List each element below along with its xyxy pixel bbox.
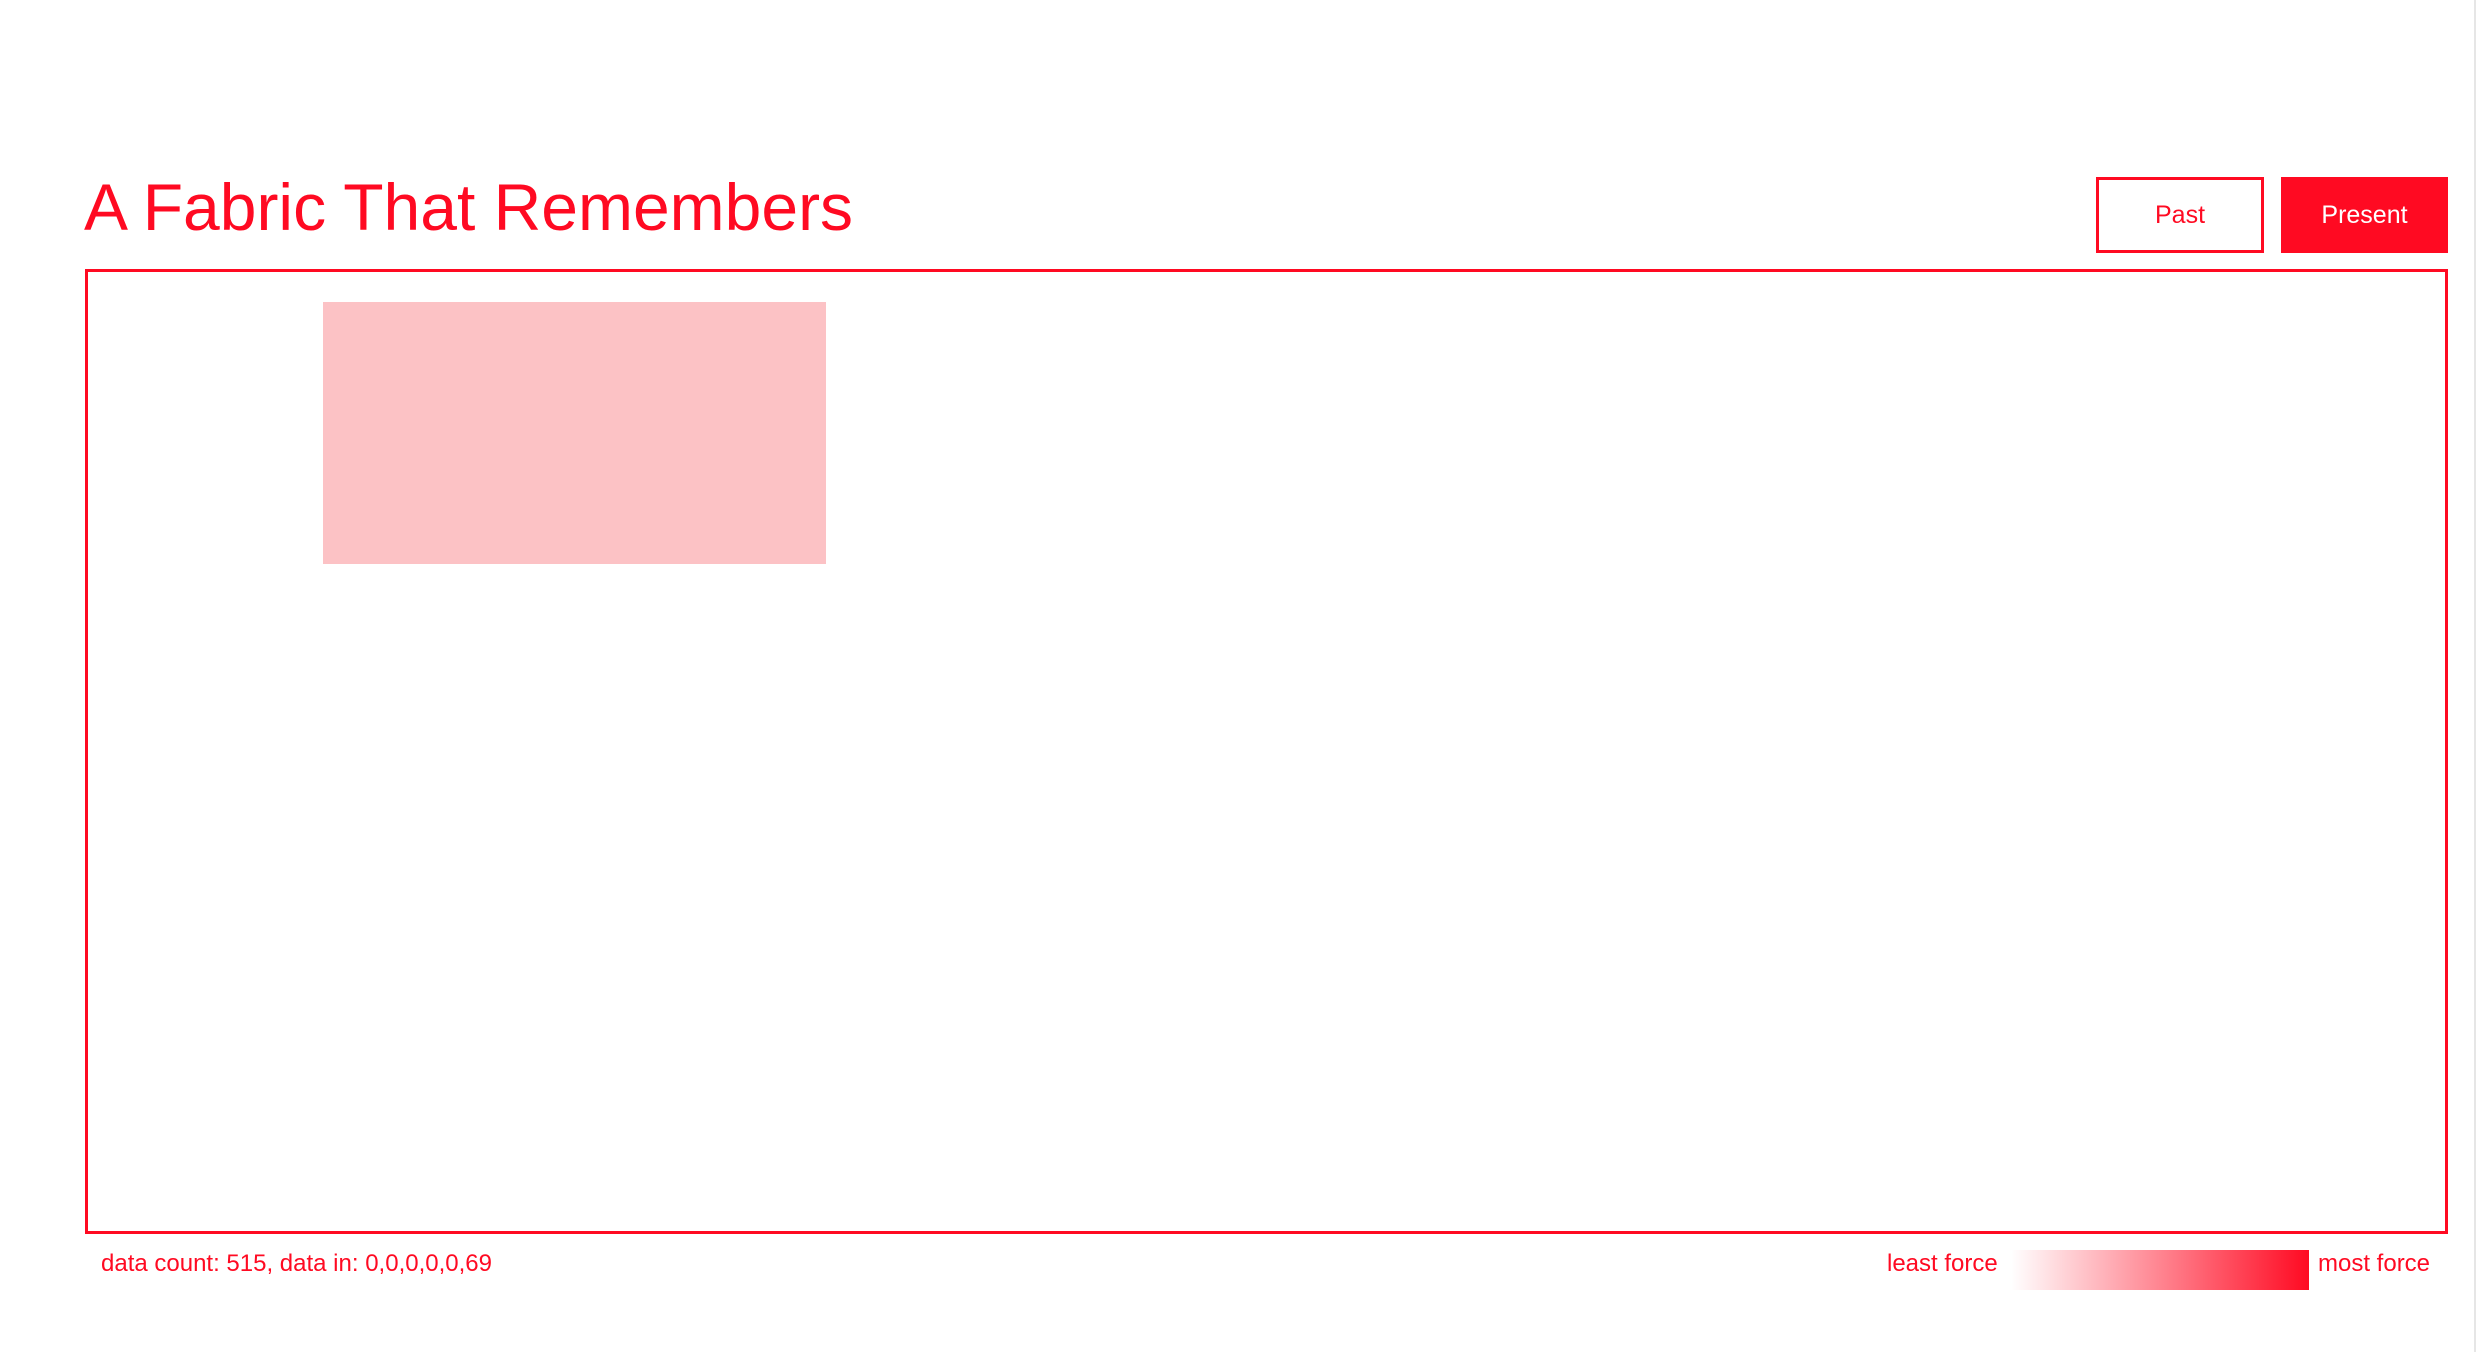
- legend-min-label: least force: [1887, 1250, 1998, 1277]
- force-gradient-legend: [2011, 1250, 2309, 1290]
- force-region: [323, 302, 826, 564]
- page-title: A Fabric That Remembers: [84, 170, 854, 244]
- present-button[interactable]: Present: [2281, 177, 2448, 253]
- scrollbar-edge: [2474, 0, 2476, 1352]
- fabric-canvas[interactable]: [85, 269, 2448, 1234]
- past-button[interactable]: Past: [2096, 177, 2264, 253]
- page: A Fabric That Remembers Past Present dat…: [0, 0, 2478, 1352]
- legend-max-label: most force: [2318, 1250, 2431, 1277]
- data-count-status: data count: 515, data in: 0,0,0,0,0,69: [101, 1250, 492, 1277]
